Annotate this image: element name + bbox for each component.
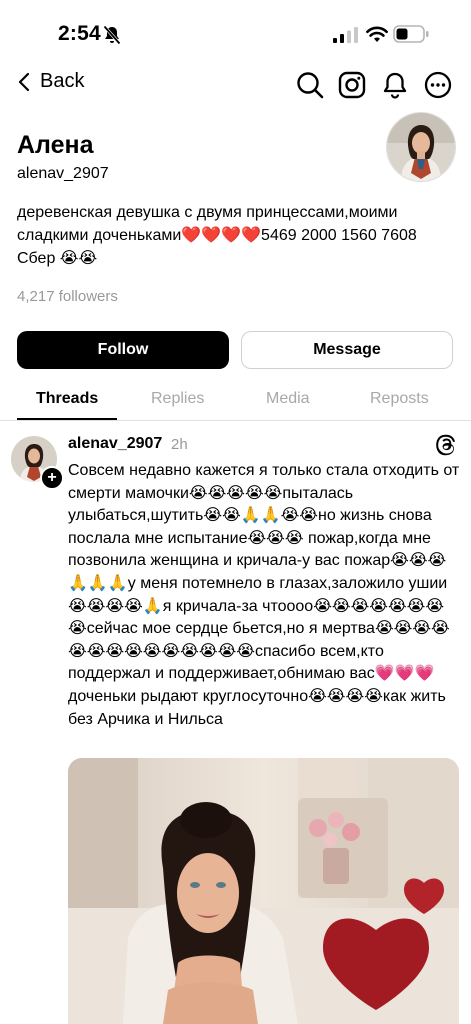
bell-off-icon [103, 25, 121, 45]
tab-reposts[interactable]: Reposts [370, 390, 429, 408]
post-username[interactable]: alenav_2907 [68, 435, 162, 453]
more-icon[interactable] [423, 70, 453, 100]
back-button[interactable]: Back [18, 70, 84, 93]
post-time: 2h [171, 436, 188, 453]
status-time: 2:54 [58, 22, 101, 45]
profile-bio: деревенская девушка с двумя принцессами,… [17, 204, 417, 267]
post-text: Совсем недавно кажется я только стала от… [68, 462, 460, 728]
profile-handle[interactable]: alenav_2907 [17, 165, 109, 183]
chevron-left-icon [18, 72, 30, 91]
message-button[interactable]: Message [241, 331, 453, 369]
top-nav: Back [0, 66, 471, 106]
follow-plus-icon[interactable]: + [40, 466, 64, 490]
profile-tabs: Threads Replies Media Reposts [0, 382, 471, 421]
follow-button[interactable]: Follow [17, 331, 229, 369]
tab-replies[interactable]: Replies [151, 390, 204, 408]
instagram-icon[interactable] [337, 70, 367, 100]
followers-count[interactable]: 4,217 followers [17, 288, 118, 305]
threads-logo-icon [436, 434, 455, 456]
wifi-icon [366, 26, 388, 42]
post-image[interactable] [68, 758, 459, 1024]
search-icon[interactable] [295, 70, 325, 100]
tab-threads[interactable]: Threads [36, 390, 98, 408]
tab-media[interactable]: Media [266, 390, 310, 408]
profile-photo [387, 113, 455, 181]
status-bar: 2:54 [0, 0, 471, 70]
profile-avatar[interactable] [386, 112, 456, 182]
signal-icon [333, 27, 358, 43]
post-photo [68, 758, 459, 1024]
notification-bell-icon[interactable] [380, 70, 410, 100]
profile-name: Алена [17, 131, 94, 159]
active-tab-indicator [17, 418, 117, 420]
battery-icon [393, 25, 429, 43]
back-label: Back [40, 70, 85, 92]
